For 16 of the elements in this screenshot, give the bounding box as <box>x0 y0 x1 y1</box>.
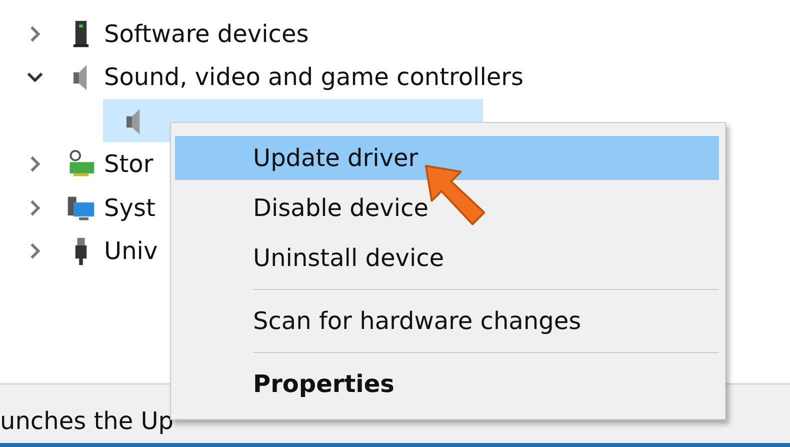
menu-item[interactable]: Disable device <box>175 186 719 230</box>
status-text: unches the Up <box>0 407 174 435</box>
tree-item[interactable]: Univ <box>66 230 178 273</box>
tree-item[interactable]: Sound, video and game controllers <box>66 56 544 99</box>
tree-item-label: Stor <box>104 150 154 178</box>
menu-item[interactable]: Scan for hardware changes <box>175 299 719 343</box>
tree-item[interactable]: Software devices <box>66 12 329 56</box>
tree-item-label: Sound, video and game controllers <box>104 63 524 92</box>
menu-item[interactable]: Uninstall device <box>175 236 719 280</box>
tree-item-label: Syst <box>104 194 156 222</box>
tree-item-label: Software devices <box>104 20 309 48</box>
tree-item[interactable]: Stor <box>66 142 174 186</box>
tree-item-label: Univ <box>104 237 158 266</box>
menu-item[interactable]: Properties <box>175 362 719 406</box>
menu-item[interactable]: Update driver <box>175 136 719 180</box>
tree-item[interactable]: Syst <box>66 186 176 230</box>
